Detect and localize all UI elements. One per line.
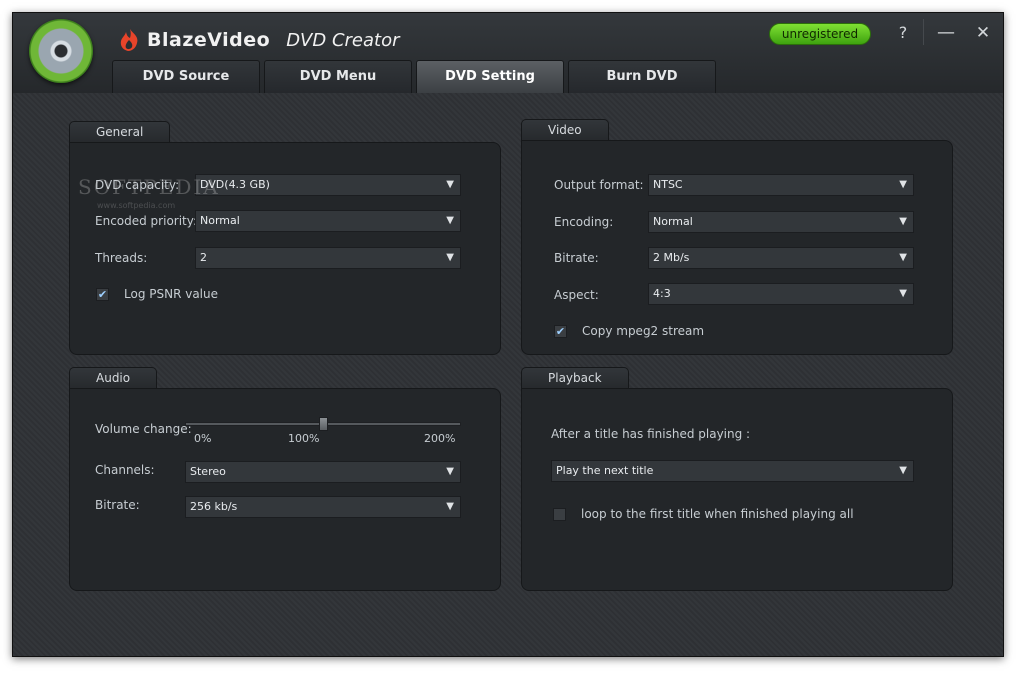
encoded-priority-value: Normal — [200, 214, 240, 227]
loop-label: loop to the first title when finished pl… — [581, 507, 854, 521]
threads-select[interactable]: 2 ▼ — [195, 247, 461, 269]
chevron-down-icon: ▼ — [446, 179, 454, 190]
dvd-logo-icon — [29, 19, 93, 83]
aspect-select[interactable]: 4:3 ▼ — [648, 283, 914, 305]
playback-group-box — [521, 388, 953, 591]
log-psnr-label: Log PSNR value — [124, 287, 219, 301]
encoded-priority-select[interactable]: Normal ▼ — [195, 210, 461, 232]
encoded-priority-label: Encoded priority: — [95, 214, 198, 228]
volume-tick-min: 0% — [194, 432, 212, 445]
channels-value: Stereo — [190, 465, 226, 478]
output-format-label: Output format: — [554, 178, 644, 192]
channels-label: Channels: — [95, 463, 155, 477]
copy-mpeg2-checkbox[interactable]: ✔ — [554, 325, 567, 338]
tab-dvd-source[interactable]: DVD Source — [112, 60, 260, 93]
title-separator — [923, 19, 924, 45]
chevron-down-icon: ▼ — [899, 288, 907, 299]
help-icon[interactable]: ? — [890, 21, 916, 45]
encoding-value: Normal — [653, 215, 693, 228]
audio-group: Audio Volume change: 0% 100% 200% Channe… — [69, 367, 501, 591]
volume-change-label: Volume change: — [95, 422, 192, 436]
after-title-label: After a title has finished playing : — [551, 427, 751, 441]
tab-dvd-menu[interactable]: DVD Menu — [264, 60, 412, 93]
flame-logo-icon — [117, 28, 143, 52]
playback-group-title: Playback — [521, 367, 629, 389]
brand-header: BlazeVideo DVD Creator — [117, 25, 400, 55]
after-title-value: Play the next title — [556, 464, 654, 477]
dvd-capacity-select[interactable]: DVD(4.3 GB) ▼ — [195, 174, 461, 196]
video-bitrate-value: 2 Mb/s — [653, 251, 690, 264]
audio-group-title: Audio — [69, 367, 158, 389]
log-psnr-checkbox[interactable]: ✔ — [96, 288, 109, 301]
title-bar: BlazeVideo DVD Creator unregistered ? — … — [13, 13, 1003, 93]
aspect-label: Aspect: — [554, 288, 599, 302]
chevron-down-icon: ▼ — [899, 179, 907, 190]
app-title: DVD Creator — [286, 29, 400, 51]
loop-checkbox[interactable] — [553, 508, 566, 521]
tab-burn-dvd[interactable]: Burn DVD — [568, 60, 716, 93]
audio-bitrate-label: Bitrate: — [95, 498, 140, 512]
volume-slider-thumb[interactable] — [318, 417, 328, 431]
minimize-icon[interactable]: — — [933, 21, 959, 45]
channels-select[interactable]: Stereo ▼ — [185, 461, 461, 483]
audio-bitrate-value: 256 kb/s — [190, 500, 238, 513]
volume-tick-mid: 100% — [288, 432, 320, 445]
softpedia-watermark: SOFTPEDIA — [78, 175, 220, 199]
settings-panel: General DVD capacity: DVD(4.3 GB) ▼ Enco… — [13, 93, 1003, 656]
unregistered-button[interactable]: unregistered — [769, 23, 871, 45]
general-group-title: General — [69, 121, 171, 143]
chevron-down-icon: ▼ — [899, 465, 907, 476]
chevron-down-icon: ▼ — [446, 466, 454, 477]
playback-group: Playback After a title has finished play… — [521, 367, 953, 591]
video-group-title: Video — [521, 119, 609, 141]
brand-name: BlazeVideo — [147, 29, 271, 51]
chevron-down-icon: ▼ — [446, 215, 454, 226]
output-format-value: NTSC — [653, 178, 683, 191]
chevron-down-icon: ▼ — [899, 216, 907, 227]
chevron-down-icon: ▼ — [446, 252, 454, 263]
output-format-select[interactable]: NTSC ▼ — [648, 174, 914, 196]
close-icon[interactable]: ✕ — [970, 21, 996, 45]
threads-value: 2 — [200, 251, 207, 264]
threads-label: Threads: — [95, 251, 148, 265]
video-bitrate-label: Bitrate: — [554, 251, 599, 265]
chevron-down-icon: ▼ — [446, 501, 454, 512]
general-group: General DVD capacity: DVD(4.3 GB) ▼ Enco… — [69, 121, 501, 355]
app-window: BlazeVideo DVD Creator unregistered ? — … — [12, 12, 1004, 657]
chevron-down-icon: ▼ — [899, 252, 907, 263]
video-bitrate-select[interactable]: 2 Mb/s ▼ — [648, 247, 914, 269]
audio-bitrate-select[interactable]: 256 kb/s ▼ — [185, 496, 461, 518]
audio-group-box — [69, 388, 501, 591]
after-title-select[interactable]: Play the next title ▼ — [551, 460, 914, 482]
encoding-select[interactable]: Normal ▼ — [648, 211, 914, 233]
video-group: Video Output format: NTSC ▼ Encoding: No… — [521, 119, 953, 355]
volume-tick-max: 200% — [424, 432, 456, 445]
aspect-value: 4:3 — [653, 287, 671, 300]
copy-mpeg2-label: Copy mpeg2 stream — [582, 324, 705, 338]
softpedia-watermark-url: www.softpedia.com — [97, 201, 176, 210]
main-tabs: DVD Source DVD Menu DVD Setting Burn DVD — [112, 60, 720, 93]
tab-dvd-setting[interactable]: DVD Setting — [416, 60, 564, 93]
encoding-label: Encoding: — [554, 215, 614, 229]
